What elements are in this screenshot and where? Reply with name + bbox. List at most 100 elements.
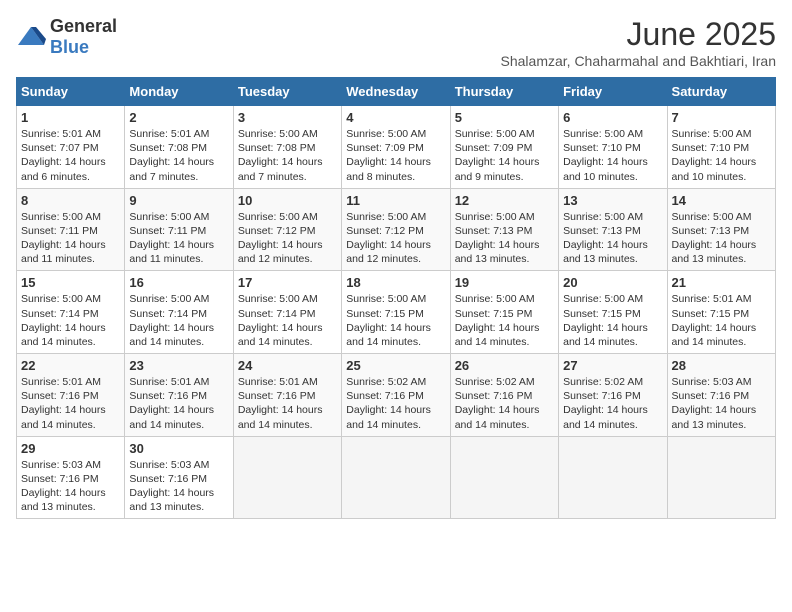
cell-text: Daylight: 14 hours — [238, 321, 337, 335]
cell-text: Sunset: 7:14 PM — [129, 307, 228, 321]
cell-text: and 7 minutes. — [238, 170, 337, 184]
cell-text: and 14 minutes. — [238, 418, 337, 432]
day-number: 23 — [129, 358, 228, 373]
cell-text: Daylight: 14 hours — [563, 403, 662, 417]
table-row: 3Sunrise: 5:00 AMSunset: 7:08 PMDaylight… — [233, 106, 341, 189]
table-row: 24Sunrise: 5:01 AMSunset: 7:16 PMDayligh… — [233, 354, 341, 437]
cell-text: Sunset: 7:16 PM — [129, 472, 228, 486]
cell-text: and 10 minutes. — [672, 170, 771, 184]
cell-text: and 14 minutes. — [563, 418, 662, 432]
cell-text: Sunrise: 5:03 AM — [21, 458, 120, 472]
day-number: 25 — [346, 358, 445, 373]
cell-text: Daylight: 14 hours — [129, 486, 228, 500]
cell-text: Daylight: 14 hours — [563, 321, 662, 335]
day-number: 26 — [455, 358, 554, 373]
table-row — [342, 436, 450, 519]
table-row: 11Sunrise: 5:00 AMSunset: 7:12 PMDayligh… — [342, 188, 450, 271]
day-number: 17 — [238, 275, 337, 290]
day-number: 3 — [238, 110, 337, 125]
cell-text: and 14 minutes. — [455, 418, 554, 432]
table-row — [450, 436, 558, 519]
table-row: 1Sunrise: 5:01 AMSunset: 7:07 PMDaylight… — [17, 106, 125, 189]
month-title: June 2025 — [501, 16, 776, 53]
cell-text: and 8 minutes. — [346, 170, 445, 184]
cell-text: Sunset: 7:16 PM — [563, 389, 662, 403]
subtitle: Shalamzar, Chaharmahal and Bakhtiari, Ir… — [501, 53, 776, 69]
cell-text: and 12 minutes. — [346, 252, 445, 266]
day-number: 14 — [672, 193, 771, 208]
col-friday: Friday — [559, 78, 667, 106]
table-row: 23Sunrise: 5:01 AMSunset: 7:16 PMDayligh… — [125, 354, 233, 437]
cell-text: and 14 minutes. — [21, 418, 120, 432]
cell-text: and 14 minutes. — [455, 335, 554, 349]
cell-text: Sunrise: 5:03 AM — [672, 375, 771, 389]
day-number: 28 — [672, 358, 771, 373]
cell-text: Daylight: 14 hours — [129, 321, 228, 335]
day-number: 30 — [129, 441, 228, 456]
cell-text: Sunset: 7:13 PM — [672, 224, 771, 238]
cell-text: Sunrise: 5:01 AM — [21, 375, 120, 389]
cell-text: Sunrise: 5:01 AM — [672, 292, 771, 306]
cell-text: Sunset: 7:10 PM — [672, 141, 771, 155]
cell-text: and 14 minutes. — [238, 335, 337, 349]
table-row: 12Sunrise: 5:00 AMSunset: 7:13 PMDayligh… — [450, 188, 558, 271]
cell-text: Sunrise: 5:00 AM — [346, 127, 445, 141]
col-monday: Monday — [125, 78, 233, 106]
cell-text: Daylight: 14 hours — [672, 155, 771, 169]
table-row: 18Sunrise: 5:00 AMSunset: 7:15 PMDayligh… — [342, 271, 450, 354]
cell-text: Sunrise: 5:00 AM — [455, 292, 554, 306]
cell-text: Sunrise: 5:01 AM — [129, 375, 228, 389]
calendar-table: Sunday Monday Tuesday Wednesday Thursday… — [16, 77, 776, 519]
cell-text: Sunset: 7:11 PM — [129, 224, 228, 238]
calendar-row-1: 1Sunrise: 5:01 AMSunset: 7:07 PMDaylight… — [17, 106, 776, 189]
cell-text: and 14 minutes. — [563, 335, 662, 349]
cell-text: Daylight: 14 hours — [563, 155, 662, 169]
table-row: 29Sunrise: 5:03 AMSunset: 7:16 PMDayligh… — [17, 436, 125, 519]
table-row: 4Sunrise: 5:00 AMSunset: 7:09 PMDaylight… — [342, 106, 450, 189]
table-row: 14Sunrise: 5:00 AMSunset: 7:13 PMDayligh… — [667, 188, 775, 271]
logo: General Blue — [16, 16, 117, 58]
cell-text: Daylight: 14 hours — [129, 403, 228, 417]
cell-text: Daylight: 14 hours — [346, 155, 445, 169]
cell-text: Daylight: 14 hours — [21, 321, 120, 335]
table-row: 17Sunrise: 5:00 AMSunset: 7:14 PMDayligh… — [233, 271, 341, 354]
table-row: 25Sunrise: 5:02 AMSunset: 7:16 PMDayligh… — [342, 354, 450, 437]
cell-text: and 6 minutes. — [21, 170, 120, 184]
cell-text: Daylight: 14 hours — [672, 321, 771, 335]
day-number: 19 — [455, 275, 554, 290]
col-sunday: Sunday — [17, 78, 125, 106]
cell-text: Sunrise: 5:00 AM — [346, 292, 445, 306]
day-number: 1 — [21, 110, 120, 125]
cell-text: Daylight: 14 hours — [21, 238, 120, 252]
cell-text: Sunrise: 5:00 AM — [129, 210, 228, 224]
cell-text: and 13 minutes. — [672, 252, 771, 266]
table-row: 15Sunrise: 5:00 AMSunset: 7:14 PMDayligh… — [17, 271, 125, 354]
table-row: 5Sunrise: 5:00 AMSunset: 7:09 PMDaylight… — [450, 106, 558, 189]
cell-text: and 14 minutes. — [129, 418, 228, 432]
cell-text: Sunrise: 5:00 AM — [455, 127, 554, 141]
day-number: 12 — [455, 193, 554, 208]
table-row: 21Sunrise: 5:01 AMSunset: 7:15 PMDayligh… — [667, 271, 775, 354]
cell-text: Sunset: 7:16 PM — [455, 389, 554, 403]
col-wednesday: Wednesday — [342, 78, 450, 106]
cell-text: Sunrise: 5:00 AM — [672, 127, 771, 141]
cell-text: Daylight: 14 hours — [455, 403, 554, 417]
cell-text: Sunset: 7:16 PM — [238, 389, 337, 403]
cell-text: Sunrise: 5:00 AM — [129, 292, 228, 306]
logo-text-general: General — [50, 16, 117, 36]
cell-text: Sunset: 7:16 PM — [21, 472, 120, 486]
calendar-row-5: 29Sunrise: 5:03 AMSunset: 7:16 PMDayligh… — [17, 436, 776, 519]
cell-text: Daylight: 14 hours — [455, 155, 554, 169]
cell-text: Sunset: 7:10 PM — [563, 141, 662, 155]
cell-text: Sunrise: 5:02 AM — [455, 375, 554, 389]
cell-text: and 13 minutes. — [129, 500, 228, 514]
table-row: 27Sunrise: 5:02 AMSunset: 7:16 PMDayligh… — [559, 354, 667, 437]
cell-text: Daylight: 14 hours — [563, 238, 662, 252]
logo-icon — [16, 25, 46, 49]
cell-text: Daylight: 14 hours — [238, 238, 337, 252]
cell-text: and 13 minutes. — [672, 418, 771, 432]
cell-text: Daylight: 14 hours — [672, 403, 771, 417]
table-row: 28Sunrise: 5:03 AMSunset: 7:16 PMDayligh… — [667, 354, 775, 437]
cell-text: Sunset: 7:13 PM — [563, 224, 662, 238]
cell-text: Daylight: 14 hours — [455, 321, 554, 335]
